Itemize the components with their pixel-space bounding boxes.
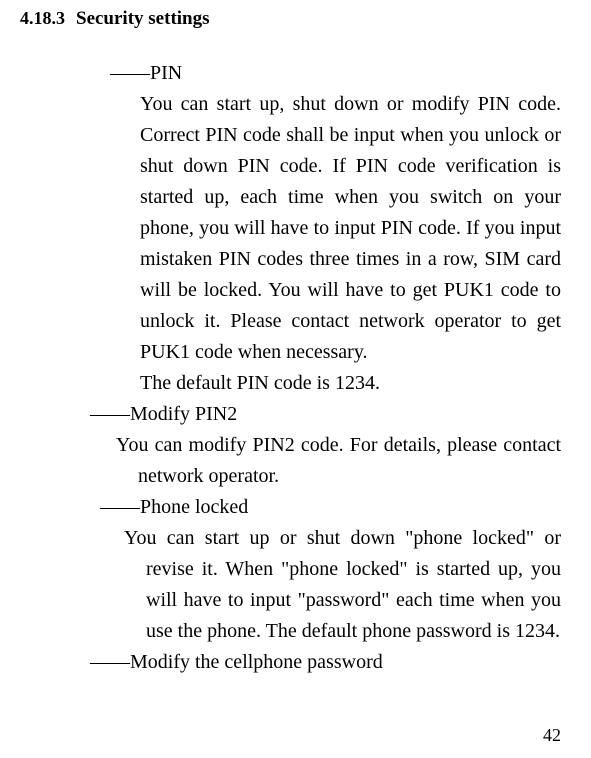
section-title: Security settings — [76, 8, 210, 30]
group-title-text: Modify PIN2 — [130, 403, 237, 425]
section-heading: 4.18.3 Security settings — [20, 8, 561, 30]
group-title: ――Phone locked — [100, 492, 561, 523]
page-number: 42 — [543, 725, 561, 746]
group-body: You can start up, shut down or modify PI… — [140, 89, 561, 368]
group-body: You can start up or shut down "phone loc… — [124, 523, 561, 647]
group-modify-pin2: ――Modify PIN2 You can modify PIN2 code. … — [20, 399, 561, 492]
group-body: You can modify PIN2 code. For details, p… — [116, 430, 561, 492]
section-number: 4.18.3 — [20, 8, 76, 29]
bullet-dash: ―― — [100, 496, 140, 518]
bullet-dash: ―― — [110, 62, 150, 84]
group-pin: ――PIN You can start up, shut down or mod… — [20, 58, 561, 399]
group-phone-locked: ――Phone locked You can start up or shut … — [20, 492, 561, 647]
group-title: ――PIN — [110, 58, 561, 89]
bullet-dash: ―― — [90, 403, 130, 425]
group-extra: The default PIN code is 1234. — [140, 368, 561, 399]
group-title: ――Modify the cellphone password — [90, 647, 561, 678]
group-title-text: Phone locked — [140, 496, 248, 518]
bullet-dash: ―― — [90, 651, 130, 673]
group-title-text: PIN — [150, 62, 182, 84]
group-modify-cell-password: ――Modify the cellphone password — [20, 647, 561, 678]
group-title-text: Modify the cellphone password — [130, 651, 383, 673]
group-title: ――Modify PIN2 — [90, 399, 561, 430]
